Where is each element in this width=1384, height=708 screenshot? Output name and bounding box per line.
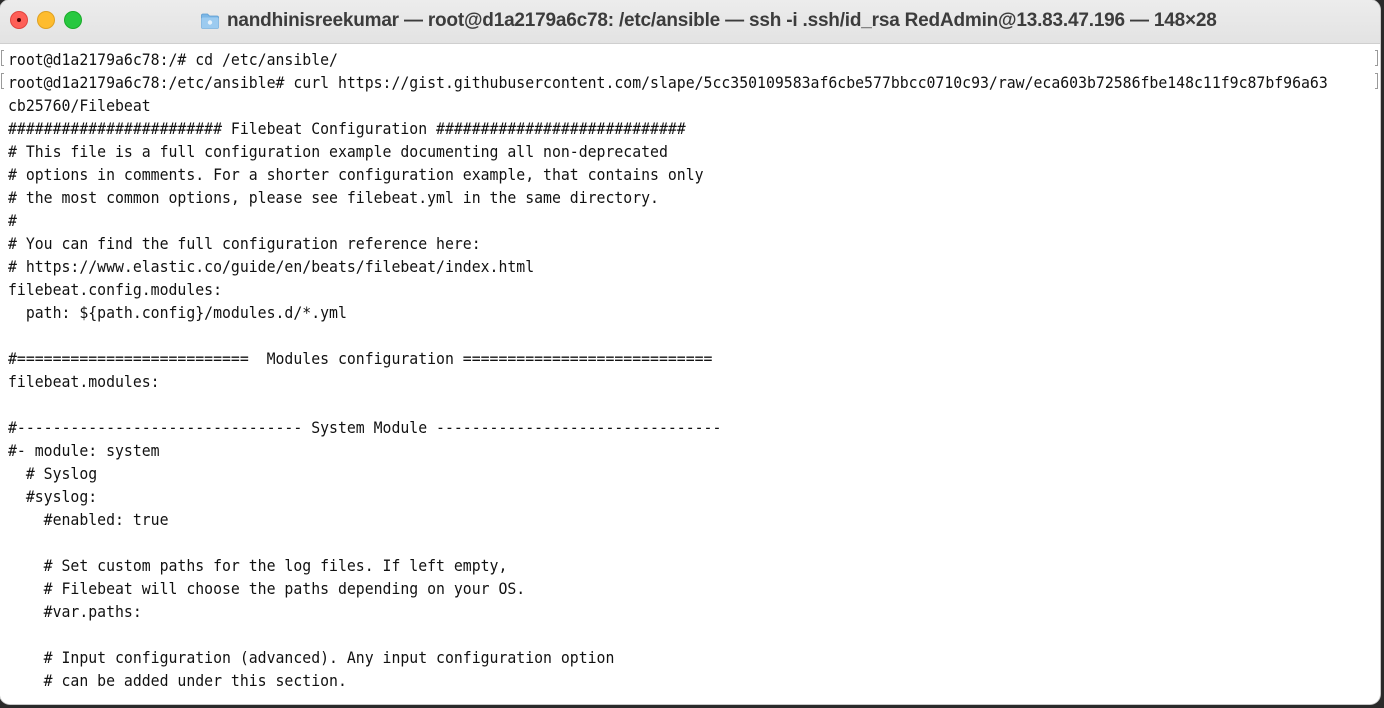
terminal-line: # options in comments. For a shorter con… bbox=[8, 165, 704, 184]
folder-icon bbox=[201, 13, 219, 29]
terminal-line: # https://www.elastic.co/guide/en/beats/… bbox=[8, 257, 535, 276]
terminal-line: # Syslog bbox=[8, 464, 98, 483]
terminal-line: # Input configuration (advanced). Any in… bbox=[8, 648, 615, 667]
window-title: nandhinisreekumar — root@d1a2179a6c78: /… bbox=[227, 10, 1217, 31]
terminal-line: # Set custom paths for the log files. If… bbox=[8, 556, 508, 575]
terminal-line: #syslog: bbox=[8, 487, 98, 506]
terminal-line: #- module: system bbox=[8, 441, 160, 460]
terminal-line: # You can find the full configuration re… bbox=[8, 234, 481, 253]
window-title-group: nandhinisreekumar — root@d1a2179a6c78: /… bbox=[200, 7, 1217, 35]
terminal-line: filebeat.config.modules: bbox=[8, 280, 223, 299]
minimize-button[interactable] bbox=[37, 11, 55, 29]
terminal-line: # This file is a full configuration exam… bbox=[8, 142, 668, 161]
terminal-line: filebeat.modules: bbox=[8, 372, 160, 391]
title-bar[interactable]: nandhinisreekumar — root@d1a2179a6c78: /… bbox=[0, 0, 1380, 44]
terminal-line: # bbox=[8, 211, 17, 230]
terminal-window: nandhinisreekumar — root@d1a2179a6c78: /… bbox=[0, 0, 1380, 704]
terminal-output[interactable]: root@d1a2179a6c78:/# cd /etc/ansible/ ro… bbox=[0, 44, 1380, 704]
terminal-line: # Filebeat will choose the paths dependi… bbox=[8, 579, 526, 598]
terminal-line: root@d1a2179a6c78:/# cd /etc/ansible/ bbox=[8, 50, 338, 69]
mark-bracket-left bbox=[1, 73, 4, 89]
terminal-line: root@d1a2179a6c78:/etc/ansible# curl htt… bbox=[8, 73, 1328, 92]
terminal-line: # the most common options, please see fi… bbox=[8, 188, 659, 207]
terminal-line: #-------------------------------- System… bbox=[8, 418, 722, 437]
terminal-lines: root@d1a2179a6c78:/# cd /etc/ansible/ ro… bbox=[8, 48, 1380, 692]
zoom-button[interactable] bbox=[64, 11, 82, 29]
terminal-line: path: ${path.config}/modules.d/*.yml bbox=[8, 303, 347, 322]
mark-bracket-left bbox=[1, 50, 4, 66]
terminal-line: ######################## Filebeat Config… bbox=[8, 119, 686, 138]
terminal-line: #enabled: true bbox=[8, 510, 169, 529]
close-dot-icon bbox=[17, 18, 21, 22]
terminal-line: # can be added under this section. bbox=[8, 671, 347, 690]
terminal-line: cb25760/Filebeat bbox=[8, 96, 151, 115]
close-button[interactable] bbox=[10, 11, 28, 29]
terminal-line: #========================== Modules conf… bbox=[8, 349, 713, 368]
terminal-line: #var.paths: bbox=[8, 602, 142, 621]
